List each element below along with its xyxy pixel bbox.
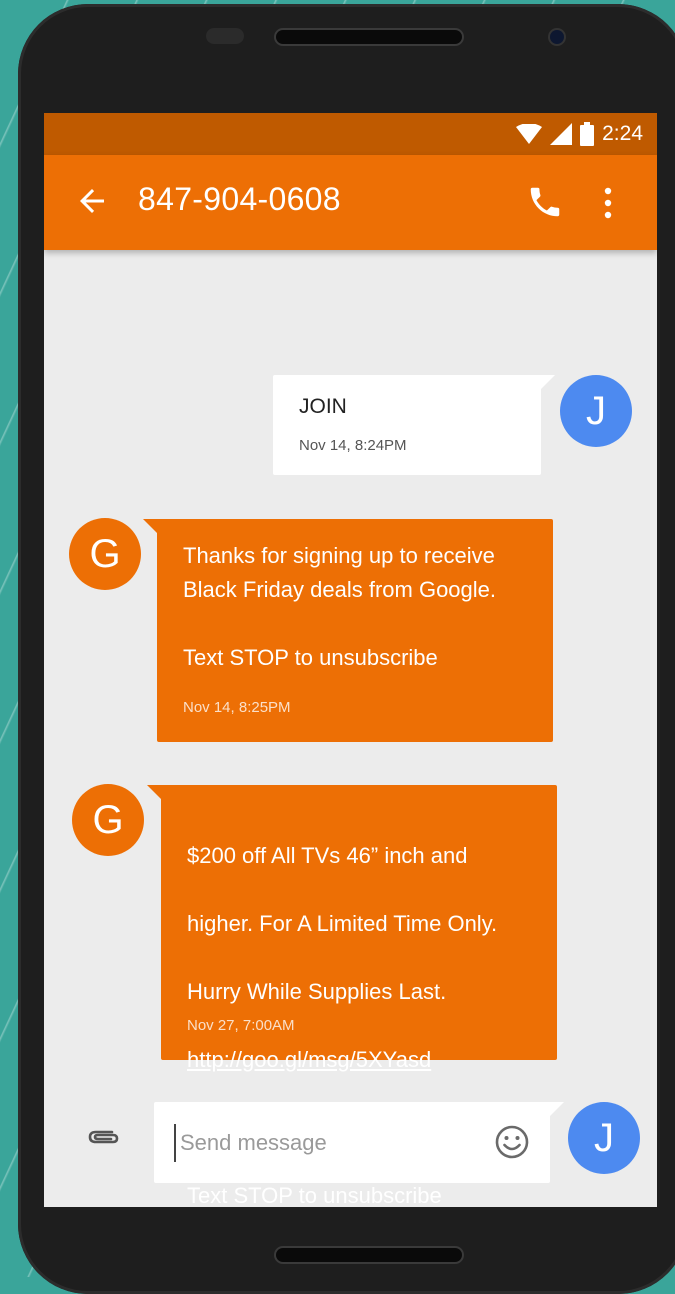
emoji-icon[interactable]	[492, 1122, 532, 1162]
message-timestamp: Nov 27, 7:00AM	[187, 1017, 295, 1034]
page-title: 847-904-0608	[138, 181, 341, 217]
signal-icon	[550, 123, 573, 145]
battery-icon	[580, 122, 595, 146]
message-line: higher. For A Limited Time Only.	[187, 911, 498, 936]
message-line: $200 off All TVs 46” inch and	[187, 843, 468, 868]
app-bar: 847-904-0608	[44, 155, 657, 250]
front-camera	[550, 30, 564, 44]
compose-field[interactable]	[154, 1102, 564, 1183]
outgoing-message[interactable]: JOIN Nov 14, 8:24PM	[273, 375, 555, 475]
status-bar: 2:24	[44, 113, 657, 155]
message-line: Hurry While Supplies Last.	[187, 979, 447, 1004]
avatar[interactable]: J	[560, 375, 632, 447]
back-arrow-icon[interactable]	[74, 183, 110, 219]
message-text: Thanks for signing up to receive Black F…	[183, 543, 497, 670]
avatar[interactable]: G	[69, 518, 141, 590]
message-timestamp: Nov 14, 8:24PM	[299, 437, 407, 454]
message-link[interactable]: http://goo.gl/msg/5XYasd	[187, 1043, 537, 1077]
send-avatar[interactable]: J	[568, 1102, 640, 1174]
incoming-message[interactable]: Thanks for signing up to receive Black F…	[143, 519, 553, 742]
message-input[interactable]	[174, 1124, 482, 1162]
incoming-message[interactable]: $200 off All TVs 46” inch and higher. Fo…	[147, 785, 557, 1207]
status-icons: 2:24	[516, 121, 643, 147]
bubble-tail	[539, 375, 555, 391]
message-text: JOIN	[299, 395, 347, 418]
screen: 2:24 847-904-0608 JOIN Nov 14, 8:24PM J …	[44, 113, 657, 1207]
earpiece-speaker	[276, 30, 462, 44]
more-vert-icon[interactable]	[594, 185, 622, 221]
proximity-sensor	[206, 28, 244, 44]
bubble-tail	[147, 785, 163, 801]
status-time: 2:24	[602, 122, 643, 145]
bubble-tail	[548, 1102, 564, 1118]
bubble-tail	[143, 519, 159, 535]
message-timestamp: Nov 14, 8:25PM	[183, 699, 291, 716]
phone-icon[interactable]	[526, 183, 564, 221]
bottom-speaker	[276, 1248, 462, 1262]
paperclip-icon[interactable]	[82, 1116, 122, 1156]
avatar[interactable]: G	[72, 784, 144, 856]
wifi-icon	[516, 124, 543, 144]
compose-bar: J	[44, 1088, 657, 1207]
